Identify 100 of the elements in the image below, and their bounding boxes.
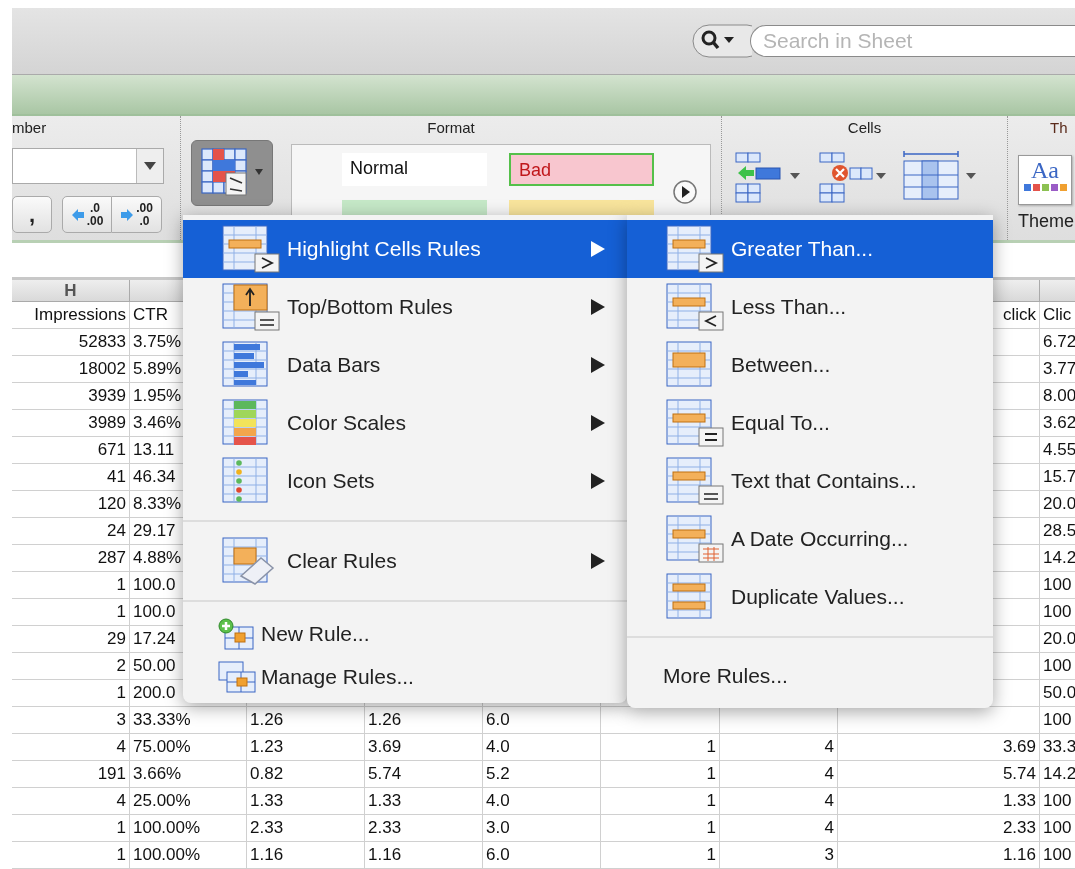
table-cell: 287	[12, 545, 130, 572]
table-cell: 1.16	[247, 842, 365, 869]
table-cell: 4	[12, 734, 130, 761]
table-cell: 100	[1040, 815, 1075, 842]
table-cell: 5.74	[838, 761, 1040, 788]
table-cell: 3.0	[483, 815, 601, 842]
bad-style-swatch[interactable]: Bad	[509, 153, 654, 186]
search-field[interactable]: Search in Sheet	[750, 25, 1075, 57]
table-cell: 2.33	[365, 815, 483, 842]
table-cell: 3989	[12, 410, 130, 437]
table-cell: 2.33	[838, 815, 1040, 842]
table-cell: 3	[12, 707, 130, 734]
table-cell: 3.62	[1040, 410, 1075, 437]
table-cell: 100	[1040, 842, 1075, 869]
table-cell: 100	[1040, 707, 1075, 734]
new-rule-icon	[217, 616, 257, 651]
table-cell: Impressions	[12, 302, 130, 329]
table-cell: 1.16	[365, 842, 483, 869]
table-cell: 1	[601, 815, 720, 842]
menu-item[interactable]: More Rules...	[627, 648, 993, 703]
table-cell: 1.33	[247, 788, 365, 815]
number-format-dropdown[interactable]	[12, 148, 164, 184]
table-cell: 50.0	[1040, 680, 1075, 707]
table-cell: 100	[1040, 599, 1075, 626]
themes-label: Theme	[1018, 211, 1075, 232]
left-arrow-icon	[70, 207, 85, 222]
table-cell: 28.5	[1040, 518, 1075, 545]
table-cell: 6.0	[483, 842, 601, 869]
comma-style-button[interactable]: ,	[12, 196, 52, 233]
table-cell: 33.3	[1040, 734, 1075, 761]
column-header[interactable]: H	[12, 280, 130, 302]
calendar-rule-icon	[663, 514, 725, 564]
table-cell: 52833	[12, 329, 130, 356]
table-cell: 1	[12, 815, 130, 842]
table-cell: 671	[12, 437, 130, 464]
themes-icon[interactable]: Aa	[1018, 155, 1072, 205]
table-cell: 3	[720, 842, 838, 869]
equal-icon	[663, 398, 725, 448]
table-cell: 8.00	[1040, 383, 1075, 410]
table-cell: 4	[12, 788, 130, 815]
table-cell: 1.26	[365, 707, 483, 734]
table-cell: 1	[601, 842, 720, 869]
table-cell: 20.0	[1040, 491, 1075, 518]
table-cell: 1.26	[247, 707, 365, 734]
menu-item[interactable]: Between...	[627, 336, 993, 394]
group-title: Cells	[846, 119, 883, 138]
menu-item[interactable]: A Date Occurring...	[627, 510, 993, 568]
table-cell: 25.00%	[130, 788, 247, 815]
caret-icon	[136, 149, 163, 183]
table-cell: 100.00%	[130, 842, 247, 869]
table-cell: 4	[720, 734, 838, 761]
menu-item[interactable]: Text that Contains...	[627, 452, 993, 510]
table-cell: 4.0	[483, 734, 601, 761]
table-cell: 75.00%	[130, 734, 247, 761]
group-title: Format	[426, 119, 476, 138]
group-title: Th	[1049, 119, 1069, 138]
decrease-decimal-button[interactable]: .0 .00	[62, 196, 112, 233]
table-cell: 1.16	[838, 842, 1040, 869]
table-cell: 33.33%	[130, 707, 247, 734]
table-cell: 1	[601, 761, 720, 788]
text-rule-icon	[663, 456, 725, 506]
menu-item[interactable]: Duplicate Values...	[627, 568, 993, 626]
table-cell: 2.33	[247, 815, 365, 842]
menu-item[interactable]: Greater Than...	[627, 220, 993, 278]
table-cell: 1	[12, 599, 130, 626]
table-cell: 100	[1040, 653, 1075, 680]
table-cell: 4.55	[1040, 437, 1075, 464]
table-cell: 3.77	[1040, 356, 1075, 383]
table-cell: 0.82	[247, 761, 365, 788]
table-cell: 100	[1040, 572, 1075, 599]
conditional-formatting-button[interactable]	[191, 140, 273, 206]
less-than-icon	[663, 282, 725, 332]
table-cell: 100.00%	[130, 815, 247, 842]
table-cell: 1	[601, 734, 720, 761]
table-cell: 100	[1040, 788, 1075, 815]
table-cell: 4	[720, 788, 838, 815]
right-arrow-icon	[120, 207, 135, 222]
table-cell: 1.33	[365, 788, 483, 815]
search-icon[interactable]	[692, 24, 752, 58]
table-cell: 1.33	[838, 788, 1040, 815]
greater-than-icon	[663, 224, 725, 274]
table-cell: 1	[12, 842, 130, 869]
delete-cells-icon[interactable]	[818, 151, 888, 203]
table-cell: 4.0	[483, 788, 601, 815]
table-cell: 3.66%	[130, 761, 247, 788]
increase-decimal-button[interactable]: .00 .0	[112, 196, 162, 233]
table-cell: 18002	[12, 356, 130, 383]
table-cell: 3.69	[365, 734, 483, 761]
top-rules-icon	[219, 282, 281, 332]
table-cell: 29	[12, 626, 130, 653]
highlight-rules-icon	[219, 224, 281, 274]
normal-style-swatch[interactable]: Normal	[342, 153, 487, 186]
play-icon[interactable]	[672, 179, 698, 205]
menu-item[interactable]: Equal To...	[627, 394, 993, 452]
table-cell: 4	[720, 761, 838, 788]
menu-item[interactable]: Highlight Cells Rules	[183, 220, 627, 278]
group-title: mber	[12, 119, 48, 138]
table-cell: 4	[720, 815, 838, 842]
table-cell: 5.74	[365, 761, 483, 788]
table-cell: 41	[12, 464, 130, 491]
